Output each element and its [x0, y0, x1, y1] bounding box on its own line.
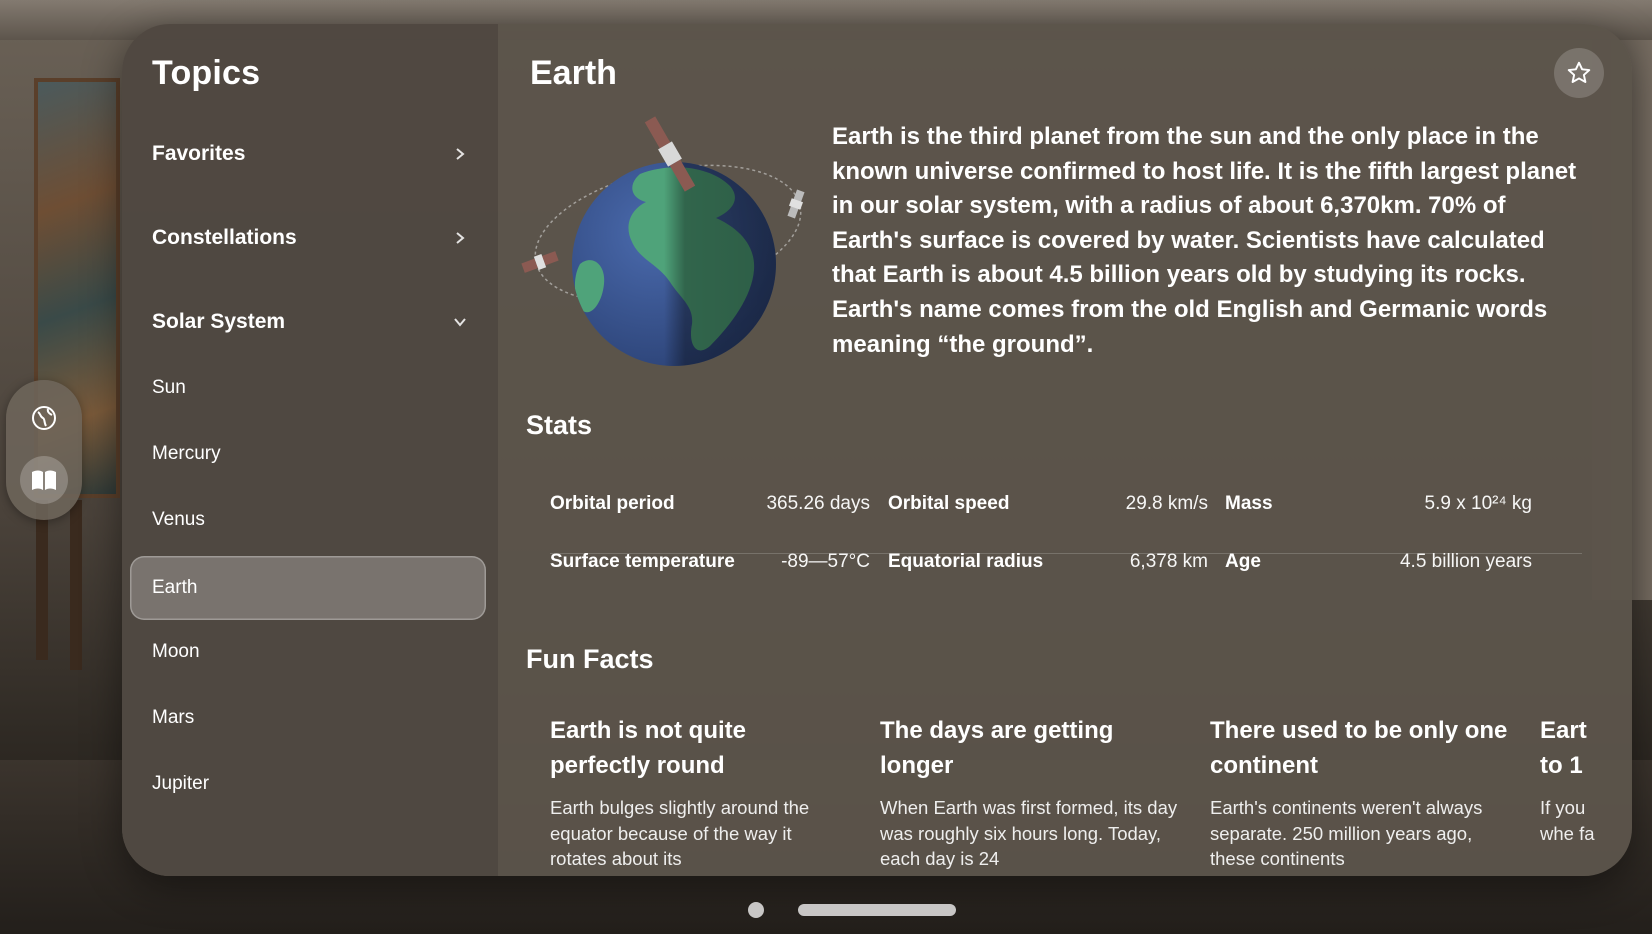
globe-tab-button[interactable] [20, 394, 68, 442]
sidebar-item-mars[interactable]: Mars [152, 700, 194, 736]
book-tab-button[interactable] [20, 456, 68, 504]
stats-heading: Stats [526, 410, 593, 440]
fact-title: The days are getting longer [880, 717, 1114, 779]
stat-label: Surface temperature [550, 551, 735, 572]
page-title: Earth [530, 54, 617, 92]
detail-pane[interactable]: Earth Earth is the third planet from the… [498, 24, 1632, 876]
sidebar: Topics Favorites Constellations Solar Sy… [122, 24, 498, 876]
stat-orbital-speed: Orbital speed 29.8 km/s [888, 484, 1208, 524]
sidebar-item-mercury[interactable]: Mercury [152, 436, 221, 472]
chevron-right-icon [448, 142, 472, 166]
sidebar-item-sun[interactable]: Sun [152, 370, 186, 406]
sidebar-item-label: Constellations [152, 226, 297, 249]
fact-title: Eart to 1 [1540, 717, 1587, 779]
detail-scroll: Earth Earth is the third planet from the… [498, 24, 1632, 876]
stat-equatorial-radius: Equatorial radius 6,378 km [888, 542, 1208, 582]
stat-value: -89—57°C [781, 551, 870, 572]
stat-mass: Mass 5.9 x 10²⁴ kg [1225, 484, 1532, 524]
sidebar-item-label: Solar System [152, 310, 286, 333]
fact-body: Earth bulges slightly around the equator… [550, 797, 810, 870]
fact-body: When Earth was first formed, its day was… [880, 797, 1178, 870]
planet-description: Earth is the third planet from the sun a… [832, 123, 1577, 358]
stat-surface-temperature: Surface temperature -89—57°C [550, 542, 870, 582]
sidebar-item-constellations[interactable]: Constellations [152, 218, 472, 258]
stat-label: Age [1225, 551, 1261, 572]
sidebar-item-label: Favorites [152, 142, 246, 165]
stat-label: Mass [1225, 493, 1273, 514]
fact-title: There used to be only one continent [1210, 717, 1508, 779]
fact-card[interactable]: Earth is not quite perfectly round Earth… [550, 714, 850, 872]
stat-value: 4.5 billion years [1399, 551, 1532, 572]
fact-card[interactable]: Eart to 1 If you whe fa [1540, 714, 1600, 846]
book-icon [32, 470, 56, 490]
fun-facts-heading: Fun Facts [526, 644, 654, 674]
window-close-dot[interactable] [748, 902, 764, 918]
stat-label: Equatorial radius [888, 551, 1044, 572]
sidebar-item-jupiter[interactable]: Jupiter [152, 766, 209, 802]
stat-value: 5.9 x 10²⁴ kg [1424, 493, 1532, 514]
stat-value: 29.8 km/s [1125, 493, 1208, 514]
fact-title: Earth is not quite perfectly round [550, 717, 747, 779]
favorite-button[interactable] [1554, 48, 1604, 98]
environment-stand [70, 500, 82, 670]
globe-icon [32, 406, 56, 430]
sidebar-title: Topics [152, 54, 261, 92]
fact-card[interactable]: The days are getting longer When Earth w… [880, 714, 1180, 872]
stats-divider [550, 553, 1582, 554]
sidebar-item-moon[interactable]: Moon [152, 634, 200, 670]
sidebar-item-solar-system[interactable]: Solar System [152, 302, 472, 342]
environment-stand [36, 500, 48, 660]
window-grab-bar[interactable] [798, 904, 956, 916]
fact-body: Earth's continents weren't always separa… [1210, 797, 1483, 870]
tab-ornament [6, 380, 82, 520]
stats-grid: Orbital period 365.26 days Orbital speed… [550, 484, 1582, 604]
stat-age: Age 4.5 billion years [1225, 542, 1532, 582]
fact-card[interactable]: There used to be only one continent Eart… [1210, 714, 1510, 872]
sidebar-item-earth[interactable]: Earth [130, 556, 486, 620]
fact-body: If you whe fa [1540, 797, 1595, 844]
stat-label: Orbital speed [888, 493, 1010, 514]
sidebar-item-favorites[interactable]: Favorites [152, 134, 472, 174]
app-window: Topics Favorites Constellations Solar Sy… [122, 24, 1632, 876]
stat-value: 365.26 days [766, 493, 870, 514]
chevron-right-icon [448, 226, 472, 250]
sidebar-item-venus[interactable]: Venus [152, 502, 205, 538]
star-icon [1567, 61, 1591, 83]
earth-model[interactable] [520, 114, 820, 374]
stat-label: Orbital period [550, 493, 675, 514]
stat-value: 6,378 km [1129, 551, 1208, 572]
stat-orbital-period: Orbital period 365.26 days [550, 484, 870, 524]
chevron-down-icon [448, 310, 472, 334]
